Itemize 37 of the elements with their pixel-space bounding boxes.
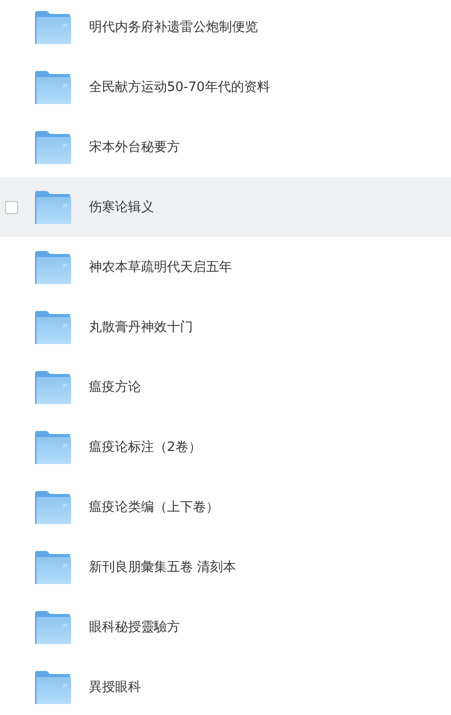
folder-icon [35, 370, 72, 404]
folder-icon [35, 190, 72, 224]
folder-name: 丸散膏丹神效十门 [89, 319, 193, 336]
folder-name: 明代内务府补遗雷公炮制便览 [89, 19, 258, 36]
folder-row[interactable]: 伤寒论辑义 [0, 177, 451, 237]
folder-name: 伤寒论辑义 [89, 199, 154, 216]
folder-row[interactable]: 新刊良朋彙集五卷 清刻本 [0, 537, 451, 597]
folder-icon [35, 130, 72, 164]
folder-name: 宋本外台秘要方 [89, 139, 180, 156]
folder-row[interactable]: 眼科秘授靈驗方 [0, 597, 451, 657]
folder-name: 全民献方运动50-70年代的资料 [89, 79, 270, 96]
folder-icon [35, 430, 72, 464]
folder-name: 瘟疫方论 [89, 379, 141, 396]
folder-row[interactable]: 宋本外台秘要方 [0, 117, 451, 177]
folder-icon [35, 250, 72, 284]
folder-icon [35, 310, 72, 344]
folder-row[interactable]: 神农本草疏明代天启五年 [0, 237, 451, 297]
folder-icon [35, 610, 72, 644]
folder-row[interactable]: 全民献方运动50-70年代的资料 [0, 57, 451, 117]
folder-row[interactable]: 明代内务府补遗雷公炮制便览 [0, 0, 451, 57]
folder-row[interactable]: 瘟疫论标注（2卷） [0, 417, 451, 477]
folder-row[interactable]: 丸散膏丹神效十门 [0, 297, 451, 357]
folder-row[interactable]: 瘟疫论类编（上下卷） [0, 477, 451, 537]
folder-name: 眼科秘授靈驗方 [89, 619, 180, 636]
folder-icon [35, 550, 72, 584]
folder-name: 異授眼科 [89, 679, 141, 696]
folder-name: 瘟疫论类编（上下卷） [89, 499, 219, 516]
folder-name: 瘟疫论标注（2卷） [89, 439, 202, 456]
folder-icon [35, 490, 72, 524]
folder-row[interactable]: 異授眼科 [0, 657, 451, 715]
folder-name: 新刊良朋彙集五卷 清刻本 [89, 559, 236, 576]
folder-icon [35, 670, 72, 704]
folder-name: 神农本草疏明代天启五年 [89, 259, 232, 276]
folder-icon [35, 70, 72, 104]
checkbox[interactable] [5, 200, 18, 214]
folder-icon [35, 10, 72, 44]
folder-row[interactable]: 瘟疫方论 [0, 357, 451, 417]
